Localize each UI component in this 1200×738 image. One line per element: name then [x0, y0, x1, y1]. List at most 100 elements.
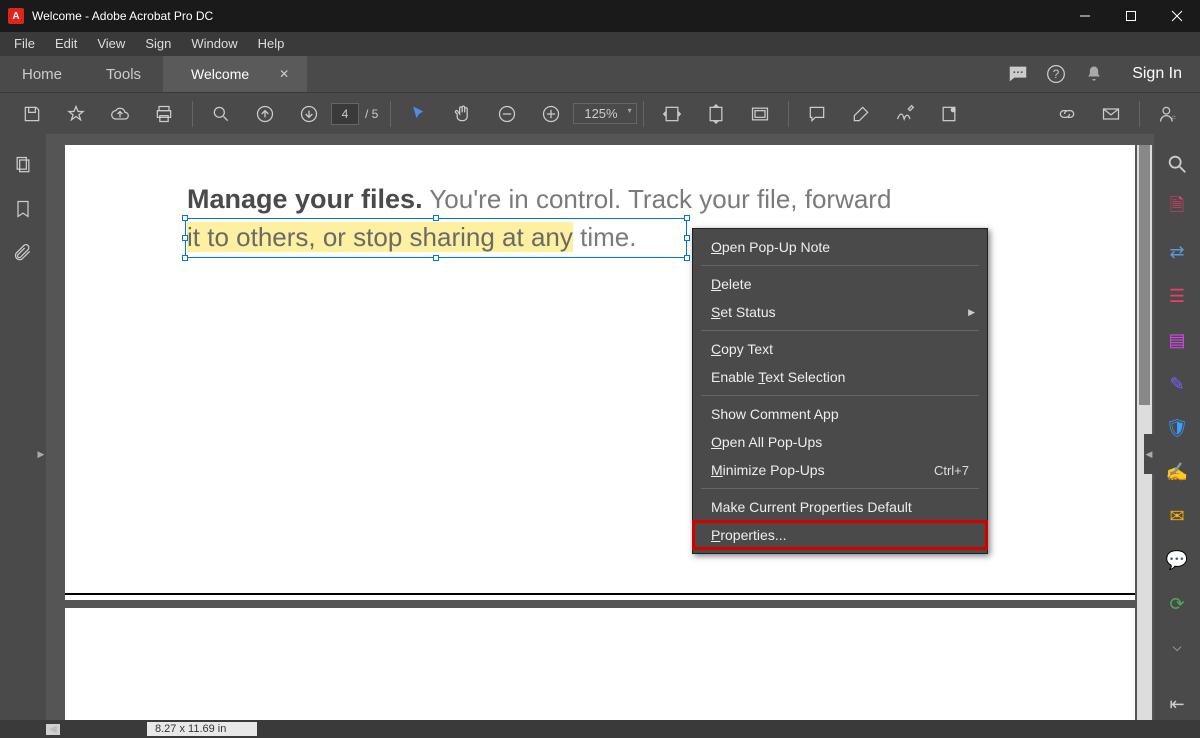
- minimize-button[interactable]: [1062, 0, 1108, 32]
- bookmark-icon[interactable]: [12, 198, 34, 220]
- svg-text:?: ?: [1053, 68, 1060, 81]
- toolbar: / 5 125%: [0, 92, 1200, 134]
- menu-window[interactable]: Window: [181, 32, 247, 56]
- fit-page-icon[interactable]: [698, 96, 734, 132]
- sign-in-button[interactable]: Sign In: [1114, 56, 1200, 92]
- main-area: ▶ Manage your files. You're in control. …: [0, 134, 1200, 720]
- menu-bar: File Edit View Sign Window Help: [0, 32, 1200, 56]
- protect-tool-icon[interactable]: 🛡: [1165, 416, 1189, 440]
- context-separator: [701, 330, 979, 331]
- tab-home[interactable]: Home: [0, 56, 84, 92]
- save-icon[interactable]: [14, 96, 50, 132]
- edit-pdf-tool-icon[interactable]: ☰: [1165, 284, 1189, 308]
- menu-file[interactable]: File: [4, 32, 45, 56]
- page-number-input[interactable]: [331, 103, 359, 125]
- left-rail: ▶: [0, 134, 46, 720]
- export-pdf-tool-icon[interactable]: ⇄: [1165, 240, 1189, 264]
- enhance-tool-icon[interactable]: ✎: [1165, 372, 1189, 396]
- organize-tool-icon[interactable]: ▤: [1165, 328, 1189, 352]
- thumbnails-icon[interactable]: [12, 154, 34, 176]
- body-text-line1: You're in control. Track your file, forw…: [423, 184, 892, 214]
- page-divider: [65, 593, 1135, 595]
- chat-icon[interactable]: [1006, 62, 1030, 86]
- zoom-in-icon[interactable]: [533, 96, 569, 132]
- statusbar-prev-icon[interactable]: ◀: [46, 724, 60, 735]
- close-window-button[interactable]: [1154, 0, 1200, 32]
- context-separator: [701, 395, 979, 396]
- submenu-arrow-icon: ▶: [968, 307, 975, 318]
- tab-document-label: Welcome: [191, 66, 249, 82]
- menu-edit[interactable]: Edit: [45, 32, 87, 56]
- tabrow-right-icons: ?: [1006, 56, 1114, 92]
- highlighted-text[interactable]: it to others, or stop sharing at any: [187, 222, 573, 252]
- zoom-out-icon[interactable]: [489, 96, 525, 132]
- read-mode-icon[interactable]: [742, 96, 778, 132]
- sign-icon[interactable]: [887, 96, 923, 132]
- email-icon[interactable]: [1093, 96, 1129, 132]
- right-rail-expand-icon[interactable]: ⇤: [1165, 692, 1189, 716]
- notifications-icon[interactable]: [1082, 62, 1106, 86]
- menu-sign[interactable]: Sign: [135, 32, 181, 56]
- tab-tools[interactable]: Tools: [84, 56, 163, 92]
- selection-tool-icon[interactable]: [401, 96, 437, 132]
- share-user-icon[interactable]: [1150, 96, 1186, 132]
- right-rail-collapse-icon[interactable]: ◀: [1144, 434, 1154, 474]
- context-open-all-popups[interactable]: Open All Pop-Ups: [693, 428, 987, 456]
- context-set-status[interactable]: Set Status▶: [693, 298, 987, 326]
- more-tools-icon[interactable]: ⟳: [1165, 592, 1189, 616]
- close-tab-icon[interactable]: ✕: [279, 67, 289, 81]
- attachment-icon[interactable]: [12, 242, 34, 264]
- left-rail-expand-icon[interactable]: ▶: [36, 434, 46, 474]
- window-title: Welcome - Adobe Acrobat Pro DC: [32, 9, 1062, 23]
- context-make-default[interactable]: Make Current Properties Default: [693, 493, 987, 521]
- app-icon: A: [8, 8, 24, 24]
- cm-label: pen Pop-Up Note: [722, 239, 830, 255]
- upload-cloud-icon[interactable]: [102, 96, 138, 132]
- menu-view[interactable]: View: [87, 32, 135, 56]
- highlight-icon[interactable]: [843, 96, 879, 132]
- menu-help[interactable]: Help: [248, 32, 295, 56]
- title-bar: A Welcome - Adobe Acrobat Pro DC: [0, 0, 1200, 32]
- context-show-comment-app[interactable]: Show Comment App: [693, 400, 987, 428]
- search-tool-icon[interactable]: [1165, 152, 1189, 176]
- context-separator: [701, 265, 979, 266]
- page-total-label: / 5: [365, 107, 378, 121]
- next-page-view: [65, 608, 1135, 720]
- context-properties[interactable]: Properties...: [693, 521, 987, 549]
- link-icon[interactable]: [1049, 96, 1085, 132]
- next-page-icon[interactable]: [291, 96, 327, 132]
- scrollbar-thumb[interactable]: [1139, 145, 1150, 405]
- window-controls: [1062, 0, 1200, 32]
- maximize-button[interactable]: [1108, 0, 1154, 32]
- page-dimensions-label: 8.27 x 11.69 in: [147, 722, 257, 736]
- comment-icon[interactable]: [799, 96, 835, 132]
- heading-bold-text: Manage your files.: [187, 184, 423, 214]
- context-delete[interactable]: Delete: [693, 270, 987, 298]
- tab-row: Home Tools Welcome ✕ ? Sign In: [0, 56, 1200, 92]
- star-icon[interactable]: [58, 96, 94, 132]
- scrollbar-vertical[interactable]: [1137, 145, 1152, 720]
- prev-page-icon[interactable]: [247, 96, 283, 132]
- right-rail-more-icon[interactable]: ⌵: [1172, 640, 1181, 655]
- fit-width-icon[interactable]: [654, 96, 690, 132]
- send-tool-icon[interactable]: ✉: [1165, 504, 1189, 528]
- stamp-icon[interactable]: [931, 96, 967, 132]
- status-bar: ◀ 8.27 x 11.69 in: [0, 720, 1200, 738]
- shortcut-label: Ctrl+7: [934, 463, 969, 478]
- context-menu: Open Pop-Up Note Delete Set Status▶ Copy…: [692, 228, 988, 554]
- print-icon[interactable]: [146, 96, 182, 132]
- fill-sign-tool-icon[interactable]: ✍: [1165, 460, 1189, 484]
- help-icon[interactable]: ?: [1044, 62, 1068, 86]
- context-minimize-popups[interactable]: Minimize Pop-UpsCtrl+7: [693, 456, 987, 484]
- create-pdf-tool-icon[interactable]: 🗎: [1165, 196, 1189, 220]
- context-separator: [701, 488, 979, 489]
- context-open-popup[interactable]: Open Pop-Up Note: [693, 233, 987, 261]
- zoom-selector[interactable]: 125%: [573, 103, 636, 124]
- tab-document[interactable]: Welcome ✕: [163, 56, 307, 92]
- find-icon[interactable]: [203, 96, 239, 132]
- context-enable-text-selection[interactable]: Enable Text Selection: [693, 363, 987, 391]
- context-copy-text[interactable]: Copy Text: [693, 335, 987, 363]
- hand-tool-icon[interactable]: [445, 96, 481, 132]
- body-text-after: time.: [573, 222, 637, 252]
- comment-tool-icon[interactable]: 💬: [1165, 548, 1189, 572]
